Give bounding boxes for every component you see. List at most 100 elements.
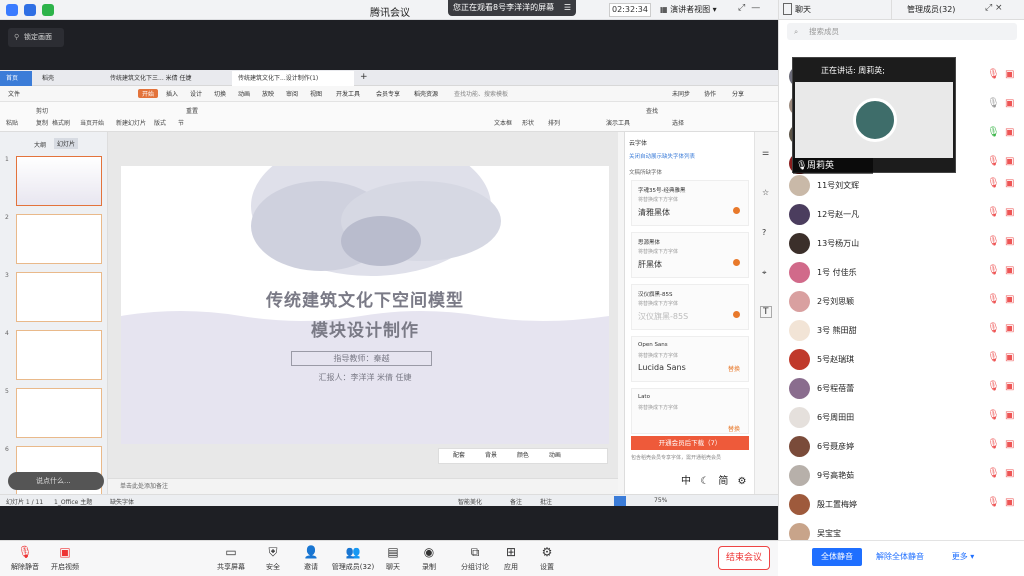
member-row[interactable]: 3号 熊田甜 🎙 ▣ [779,316,1024,345]
tab-doc-2[interactable]: 传统建筑文化下...设计制作(1) [232,71,354,86]
camera-off-icon[interactable]: ▣ [1005,127,1014,138]
window-buttons[interactable]: ⤢ × [985,3,1003,13]
mic-off-icon[interactable]: 🎙 [987,381,1000,392]
member-row[interactable]: 6号程蓓蕾 🎙 ▣ [779,374,1024,403]
star-icon[interactable]: ☆ [762,188,769,197]
slide-thumbnail[interactable] [16,156,102,206]
ribbon-arrange[interactable]: 排列 [548,118,560,127]
camera-off-icon[interactable]: ▣ [1005,265,1014,276]
ribbon-new-slide[interactable]: 新建幻灯片 [116,118,146,127]
missing-font[interactable]: 缺失字体 [110,497,134,506]
font-card[interactable]: 汉仪旗黑-85S 将替换成下方字体 汉仪旗黑-85S [631,284,749,330]
ribbon-find[interactable]: 查找 [646,106,658,115]
ribbon-shape[interactable]: 形状 [522,118,534,127]
outline-tab[interactable]: 大纲 [34,140,46,149]
notes-toggle[interactable]: 备注 [510,497,522,506]
member-row[interactable]: 11号刘文辉 🎙 ▣ [779,171,1024,200]
mic-off-icon[interactable]: 🎙 [987,207,1000,218]
camera-off-icon[interactable]: ▣ [1005,236,1014,247]
menu-start[interactable]: 开始 [138,89,159,98]
location-icon[interactable]: ⌖ [762,268,767,278]
member-row[interactable]: 1号 付佳乐 🎙 ▣ [779,258,1024,287]
mic-off-icon[interactable]: 🎙 [987,265,1000,276]
mic-off-icon[interactable]: 🎙 [987,236,1000,247]
ribbon-cut[interactable]: 剪切 [36,106,48,115]
member-row[interactable]: 6号周田田 🎙 ▣ [779,403,1024,432]
mic-off-icon[interactable]: 🎙 [987,156,1000,167]
start-video-button[interactable]: ▣ 开启视频 [40,545,90,572]
notes-area[interactable]: 单击此处添加备注 [108,478,618,494]
signal-icon[interactable] [42,4,54,16]
smart-beautify[interactable]: 智能美化 [458,497,482,506]
camera-off-icon[interactable]: ▣ [1005,352,1014,363]
ribbon-from-current[interactable]: 当页开始 [80,118,104,127]
menu-icon[interactable]: ☰ [564,0,571,16]
camera-off-icon[interactable]: ▣ [1005,207,1014,218]
float-tool-animation[interactable]: 动画 [549,452,561,459]
replace-link[interactable]: 替换 [728,364,740,373]
camera-off-icon[interactable]: ▣ [1005,294,1014,305]
ribbon-paste[interactable]: 粘贴 [6,118,18,127]
menu-share[interactable]: 分享 [732,89,744,98]
ribbon-reset[interactable]: 重置 [186,106,198,115]
float-tool-background[interactable]: 背景 [485,452,497,459]
ribbon-presentation-tools[interactable]: 演示工具 [606,118,630,127]
menu-view[interactable]: 视图 [310,89,322,98]
tab-chat[interactable]: 聊天 [795,4,811,15]
ribbon-textbox[interactable]: 文本框 [494,118,512,127]
ribbon-layout[interactable]: 版式 [154,118,166,127]
network-icon[interactable] [6,4,18,16]
menu-insert[interactable]: 插入 [166,89,178,98]
mic-icon[interactable]: 🎙 [987,98,1000,109]
replace-link[interactable]: 替换 [728,424,740,433]
current-slide[interactable]: 传统建筑文化下空间模型 模块设计制作 指导教师：秦越 汇报人：李洋洋 米倩 任婕 [121,166,609,444]
download-fonts-button[interactable]: 开通会员后下载（7） [631,436,749,450]
menu-file[interactable]: 文件 [8,89,20,98]
end-meeting-button[interactable]: 结束会议 [718,546,770,570]
presenter-view-button[interactable]: ▦ 演讲者视图 ▾ [660,3,730,17]
mic-off-icon[interactable]: 🎙 [987,352,1000,363]
play-button[interactable] [614,496,626,506]
ribbon-select[interactable]: 选择 [672,118,684,127]
member-row[interactable]: 9号高艳茹 🎙 ▣ [779,461,1024,490]
tab-members[interactable]: 管理成员(32) [907,4,955,15]
tab-doc-1[interactable]: 传统建筑文化下三... 米倩 任婕 [104,71,228,86]
unmute-all-button[interactable]: 解除全体静音 [872,548,928,566]
ribbon-copy[interactable]: 复制 [36,118,48,127]
speaker-video-window[interactable]: 正在讲话: 周莉英; 🎙 周莉英 [792,57,956,174]
menu-search[interactable]: 查找功能、搜索模板 [454,89,508,98]
mic-off-icon[interactable]: 🎙 [987,497,1000,508]
mic-on-icon[interactable]: 🎙 [987,127,1000,138]
tab-docer[interactable]: 稻壳 [36,71,96,86]
member-row[interactable]: 6号聂彦婷 🎙 ▣ [779,432,1024,461]
member-row[interactable]: 13号杨万山 🎙 ▣ [779,229,1024,258]
sidebar-toggle-icon[interactable] [783,3,792,15]
slide-thumbnail[interactable] [16,272,102,322]
float-tool-color[interactable]: 颜色 [517,452,529,459]
camera-off-icon[interactable]: ▣ [1005,69,1014,80]
comments-toggle[interactable]: 批注 [540,497,552,506]
slide-thumbnail[interactable] [16,388,102,438]
font-card[interactable]: Lato 将替换成下方字体 替换 [631,388,749,434]
window-controls[interactable]: ⤢— [738,3,766,13]
member-row[interactable]: 吴宝宝 [779,519,1024,540]
tab-home[interactable]: 首页 [0,71,32,86]
menu-docer[interactable]: 稻壳资源 [414,89,438,98]
font-card[interactable]: Open Sans 将替换成下方字体 Lucida Sans 替换 [631,336,749,382]
ime-bar[interactable]: 中 ☾ 简 ⚙ [681,472,747,487]
menu-transition[interactable]: 切换 [214,89,226,98]
mic-off-icon[interactable]: 🎙 [987,410,1000,421]
mic-off-icon[interactable]: 🎙 [987,323,1000,334]
menu-review[interactable]: 审阅 [286,89,298,98]
camera-off-icon[interactable]: ▣ [1005,439,1014,450]
font-card[interactable]: 思源黑体 将替换成下方字体 肝黑体 [631,232,749,278]
font-panel-subheader[interactable]: 关闭自动展示缺失字体列表 [629,152,695,160]
float-tool-match[interactable]: 配套 [453,452,465,459]
menu-member[interactable]: 会员专享 [376,89,400,98]
camera-off-icon[interactable]: ▣ [1005,323,1014,334]
member-row[interactable]: 12号赵一凡 🎙 ▣ [779,200,1024,229]
help-icon[interactable]: ? [762,228,766,237]
camera-off-icon[interactable]: ▣ [1005,156,1014,167]
mic-off-icon[interactable]: 🎙 [987,178,1000,189]
lock-screen-button[interactable]: ⚲ 锁定画面 [8,28,64,47]
